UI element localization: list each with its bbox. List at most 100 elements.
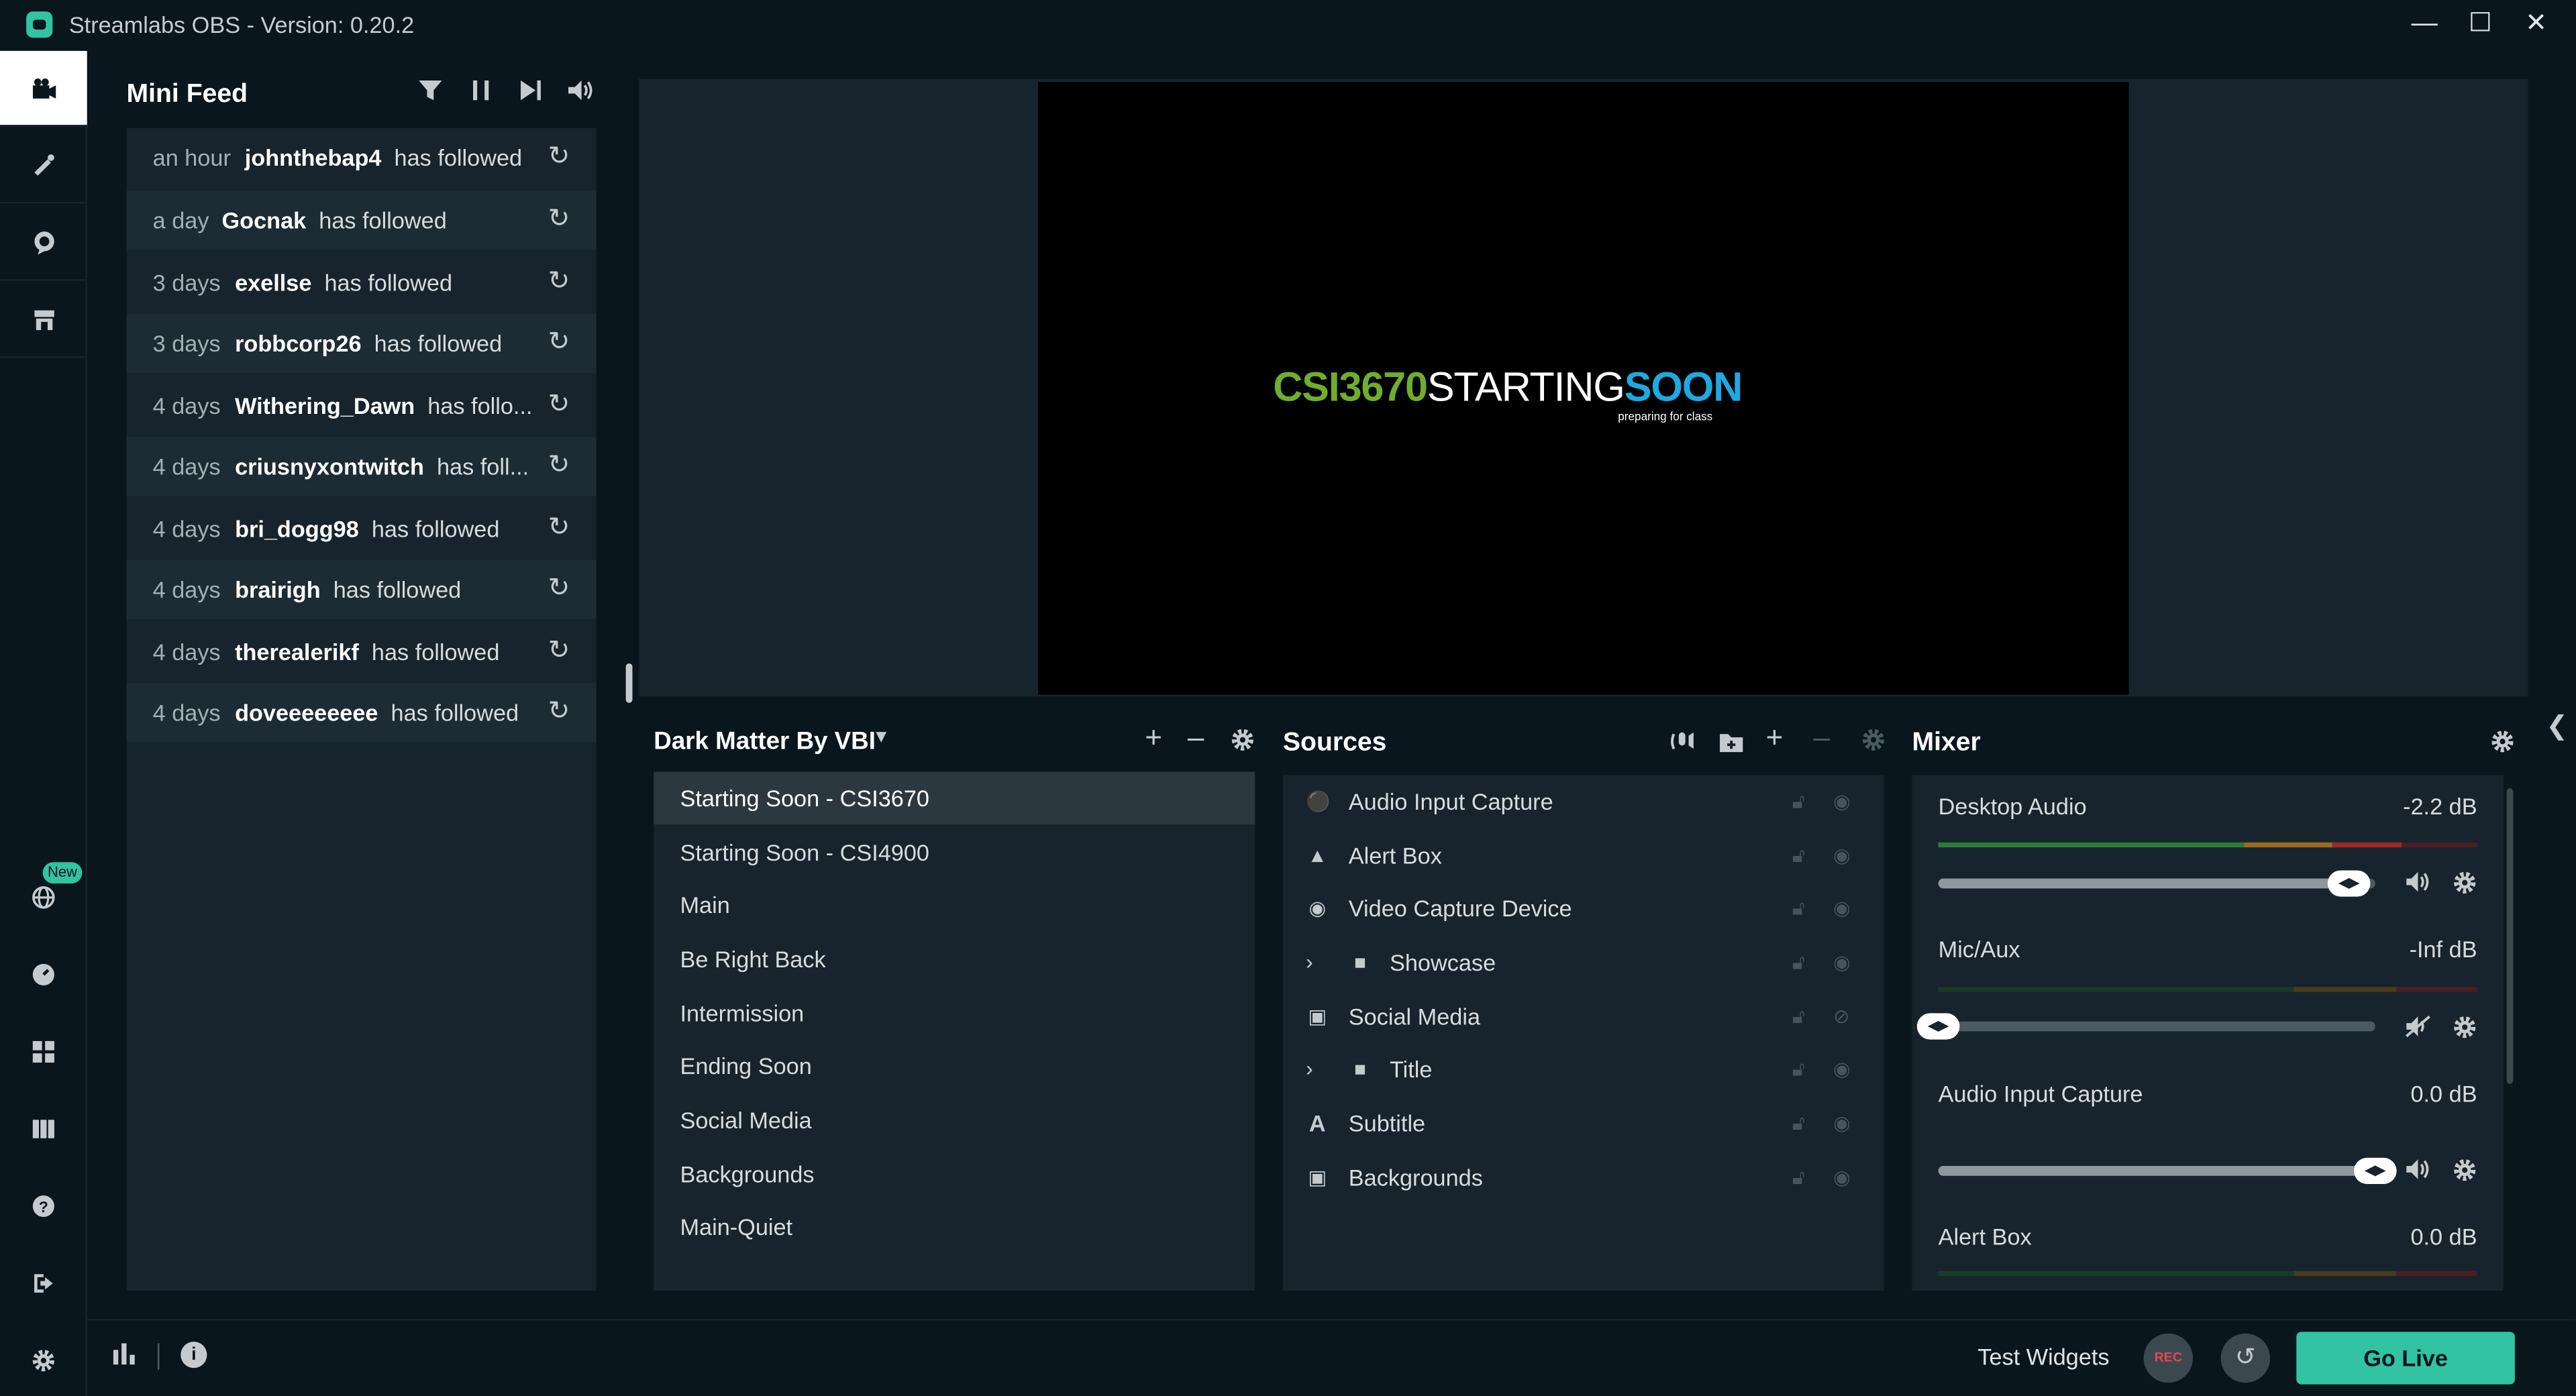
chevron-right-icon[interactable]: › bbox=[1306, 936, 1313, 988]
replay-icon[interactable]: ↻ bbox=[548, 128, 570, 187]
logout-icon[interactable] bbox=[0, 1253, 87, 1312]
remove-source-icon[interactable]: – bbox=[1814, 721, 1831, 755]
folder-icon: ■ bbox=[1354, 1057, 1366, 1081]
info-icon[interactable]: i bbox=[181, 1342, 207, 1368]
scene-item[interactable]: Intermission bbox=[654, 987, 1255, 1039]
record-button[interactable]: REC bbox=[2143, 1333, 2194, 1383]
lock-icon[interactable]: 🔓︎ bbox=[1792, 1097, 1805, 1149]
audio-source-icon[interactable] bbox=[1669, 727, 1697, 761]
speaker-muted-icon[interactable] bbox=[2405, 1015, 2431, 1044]
maximize-icon[interactable]: ☐ bbox=[2461, 7, 2500, 43]
scene-item[interactable]: Starting Soon - CSI3670 bbox=[654, 771, 1255, 824]
replay-icon[interactable]: ↻ bbox=[548, 314, 570, 373]
help-icon[interactable]: ? bbox=[0, 1176, 87, 1235]
editor-icon[interactable] bbox=[0, 50, 87, 127]
source-item[interactable]: ▣ Social Media 🔓︎ ⊘ bbox=[1283, 990, 1884, 1042]
volume-slider-knob[interactable]: ◀▶ bbox=[2353, 1157, 2397, 1185]
scene-item[interactable]: Main-Quiet bbox=[654, 1200, 1255, 1252]
volume-slider[interactable]: ◀▶ bbox=[1916, 1013, 2375, 1040]
replay-icon[interactable]: ↻ bbox=[548, 560, 570, 619]
chevron-right-icon[interactable]: › bbox=[1306, 1042, 1313, 1095]
volume-slider-knob[interactable]: ◀▶ bbox=[2327, 870, 2371, 897]
lock-icon[interactable]: 🔓︎ bbox=[1792, 829, 1805, 881]
speaker-icon[interactable] bbox=[2405, 1158, 2431, 1187]
replay-icon[interactable]: ↻ bbox=[548, 376, 570, 435]
mixer-settings-icon[interactable] bbox=[2490, 727, 2515, 761]
eye-icon[interactable]: ◉ bbox=[1833, 1151, 1851, 1203]
filter-icon[interactable] bbox=[417, 79, 444, 109]
lock-icon[interactable]: 🔓︎ bbox=[1792, 936, 1805, 988]
minimize-icon[interactable]: — bbox=[2405, 7, 2444, 43]
lock-icon[interactable]: 🔓︎ bbox=[1792, 990, 1805, 1042]
volume-slider[interactable]: ◀▶ bbox=[1938, 870, 2375, 897]
eye-off-icon[interactable]: ⊘ bbox=[1833, 990, 1850, 1042]
chevron-left-icon[interactable]: ❮ bbox=[2546, 710, 2568, 743]
source-item[interactable]: A Subtitle 🔓︎ ◉ bbox=[1283, 1097, 1884, 1149]
store-icon[interactable] bbox=[0, 282, 87, 358]
skip-icon[interactable] bbox=[517, 79, 544, 109]
text-icon: A bbox=[1308, 1110, 1326, 1137]
resize-handle[interactable] bbox=[625, 663, 633, 703]
add-source-icon[interactable]: + bbox=[1766, 721, 1784, 755]
replay-icon[interactable]: ↻ bbox=[548, 623, 570, 682]
replay-icon[interactable]: ↻ bbox=[548, 191, 570, 250]
add-folder-icon[interactable] bbox=[1718, 727, 1745, 761]
channel-settings-icon[interactable] bbox=[2453, 1158, 2477, 1189]
source-item[interactable]: ⚫ Audio Input Capture 🔓︎ ◉ bbox=[1283, 775, 1884, 827]
add-scene-icon[interactable]: + bbox=[1145, 721, 1162, 755]
source-item[interactable]: ▲ Alert Box 🔓︎ ◉ bbox=[1283, 829, 1884, 881]
feed-username: doveeeeeeee bbox=[235, 699, 378, 727]
eye-icon[interactable]: ◉ bbox=[1833, 775, 1851, 827]
scene-settings-icon[interactable] bbox=[1231, 726, 1255, 760]
feed-action: has followed bbox=[333, 576, 462, 603]
lock-icon[interactable]: 🔓︎ bbox=[1792, 1042, 1805, 1095]
lock-icon[interactable]: 🔓︎ bbox=[1792, 1151, 1805, 1203]
scene-item[interactable]: Starting Soon - CSI4900 bbox=[654, 826, 1255, 878]
chatbot-icon[interactable] bbox=[0, 205, 87, 281]
channel-settings-icon[interactable] bbox=[2453, 870, 2477, 902]
speaker-icon[interactable] bbox=[2405, 870, 2431, 900]
chevron-down-icon[interactable]: ▼ bbox=[872, 727, 890, 747]
stats-icon[interactable] bbox=[111, 1342, 138, 1373]
volume-slider-knob[interactable]: ◀▶ bbox=[1916, 1013, 1960, 1040]
source-folder[interactable]: › ■ Showcase 🔓︎ ◉ bbox=[1283, 936, 1884, 988]
replay-icon[interactable]: ↻ bbox=[548, 683, 570, 742]
eye-icon[interactable]: ◉ bbox=[1833, 1042, 1851, 1095]
scene-item[interactable]: Backgrounds bbox=[654, 1148, 1255, 1200]
scene-item[interactable]: Be Right Back bbox=[654, 932, 1255, 985]
go-live-button[interactable]: Go Live bbox=[2296, 1332, 2515, 1385]
scene-item[interactable]: Social Media bbox=[654, 1093, 1255, 1146]
globe-icon[interactable] bbox=[0, 867, 87, 926]
eye-icon[interactable]: ◉ bbox=[1833, 882, 1851, 934]
replay-buffer-icon[interactable]: ↺ bbox=[2220, 1333, 2271, 1383]
eye-icon[interactable]: ◉ bbox=[1833, 1097, 1851, 1149]
source-item[interactable]: ◉ Video Capture Device 🔓︎ ◉ bbox=[1283, 882, 1884, 934]
scene-collection-name[interactable]: Dark Matter By VBI bbox=[654, 727, 876, 755]
source-settings-icon[interactable] bbox=[1861, 726, 1886, 760]
eye-icon[interactable]: ◉ bbox=[1833, 829, 1851, 881]
test-widgets-button[interactable]: Test Widgets bbox=[1977, 1343, 2109, 1369]
volume-slider[interactable]: ◀▶ bbox=[1938, 1157, 2397, 1185]
source-folder[interactable]: › ■ Title 🔓︎ ◉ bbox=[1283, 1042, 1884, 1095]
mixer-channel-db: 0.0 dB bbox=[2410, 1080, 2477, 1107]
lock-icon[interactable]: 🔓︎ bbox=[1792, 775, 1805, 827]
studio-mode-icon[interactable] bbox=[0, 1099, 87, 1158]
lock-icon[interactable]: 🔓︎ bbox=[1792, 882, 1805, 934]
eye-icon[interactable]: ◉ bbox=[1833, 936, 1851, 988]
layout-icon[interactable] bbox=[0, 1022, 87, 1081]
replay-icon[interactable]: ↻ bbox=[548, 499, 570, 558]
source-item[interactable]: ▣ Backgrounds 🔓︎ ◉ bbox=[1283, 1151, 1884, 1203]
dashboard-icon[interactable] bbox=[0, 945, 87, 1004]
replay-icon[interactable]: ↻ bbox=[548, 437, 570, 496]
settings-icon[interactable] bbox=[0, 1330, 87, 1389]
close-icon[interactable]: ✕ bbox=[2516, 7, 2556, 43]
themes-icon[interactable] bbox=[0, 128, 87, 204]
volume-icon[interactable] bbox=[567, 79, 597, 109]
mixer-scrollbar[interactable] bbox=[2506, 788, 2514, 1084]
scene-item[interactable]: Main bbox=[654, 879, 1255, 931]
channel-settings-icon[interactable] bbox=[2453, 1015, 2477, 1046]
remove-scene-icon[interactable]: – bbox=[1188, 721, 1204, 755]
scene-item[interactable]: Ending Soon bbox=[654, 1040, 1255, 1092]
pause-icon[interactable] bbox=[470, 79, 493, 109]
replay-icon[interactable]: ↻ bbox=[548, 253, 570, 312]
